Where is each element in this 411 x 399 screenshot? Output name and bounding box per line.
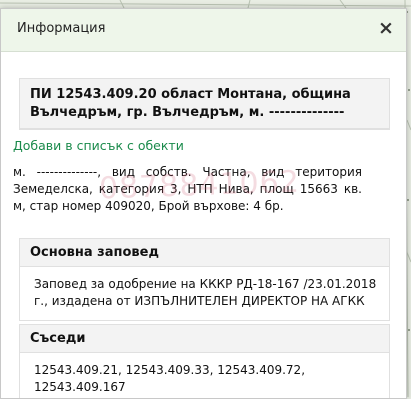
- order-heading: Основна заповед: [20, 239, 389, 267]
- info-dialog: Информация × ПИ 12543.409.20 област Монт…: [0, 8, 407, 399]
- dialog-title: Информация: [17, 21, 106, 36]
- neighbors-heading: Съседи: [20, 325, 389, 353]
- property-description: м. --------------, вид собств. Частна, в…: [13, 165, 362, 213]
- order-text: Заповед за одобрение на КККР РД-18-167 /…: [34, 277, 377, 308]
- add-to-list-link[interactable]: Добави в списък с обекти: [13, 138, 184, 153]
- neighbors-card: Съседи 12543.409.21, 12543.409.33, 12543…: [19, 324, 390, 398]
- dialog-header: Информация ×: [1, 9, 406, 52]
- dialog-body: ПИ 12543.409.20 област Монтана, община В…: [1, 52, 406, 398]
- order-card: Основна заповед Заповед за одобрение на …: [19, 238, 390, 321]
- close-icon[interactable]: ×: [376, 17, 396, 39]
- property-heading: ПИ 12543.409.20 област Монтана, община В…: [20, 79, 389, 129]
- property-card: ПИ 12543.409.20 област Монтана, община В…: [19, 78, 390, 130]
- neighbors-text: 12543.409.21, 12543.409.33, 12543.409.72…: [34, 363, 306, 394]
